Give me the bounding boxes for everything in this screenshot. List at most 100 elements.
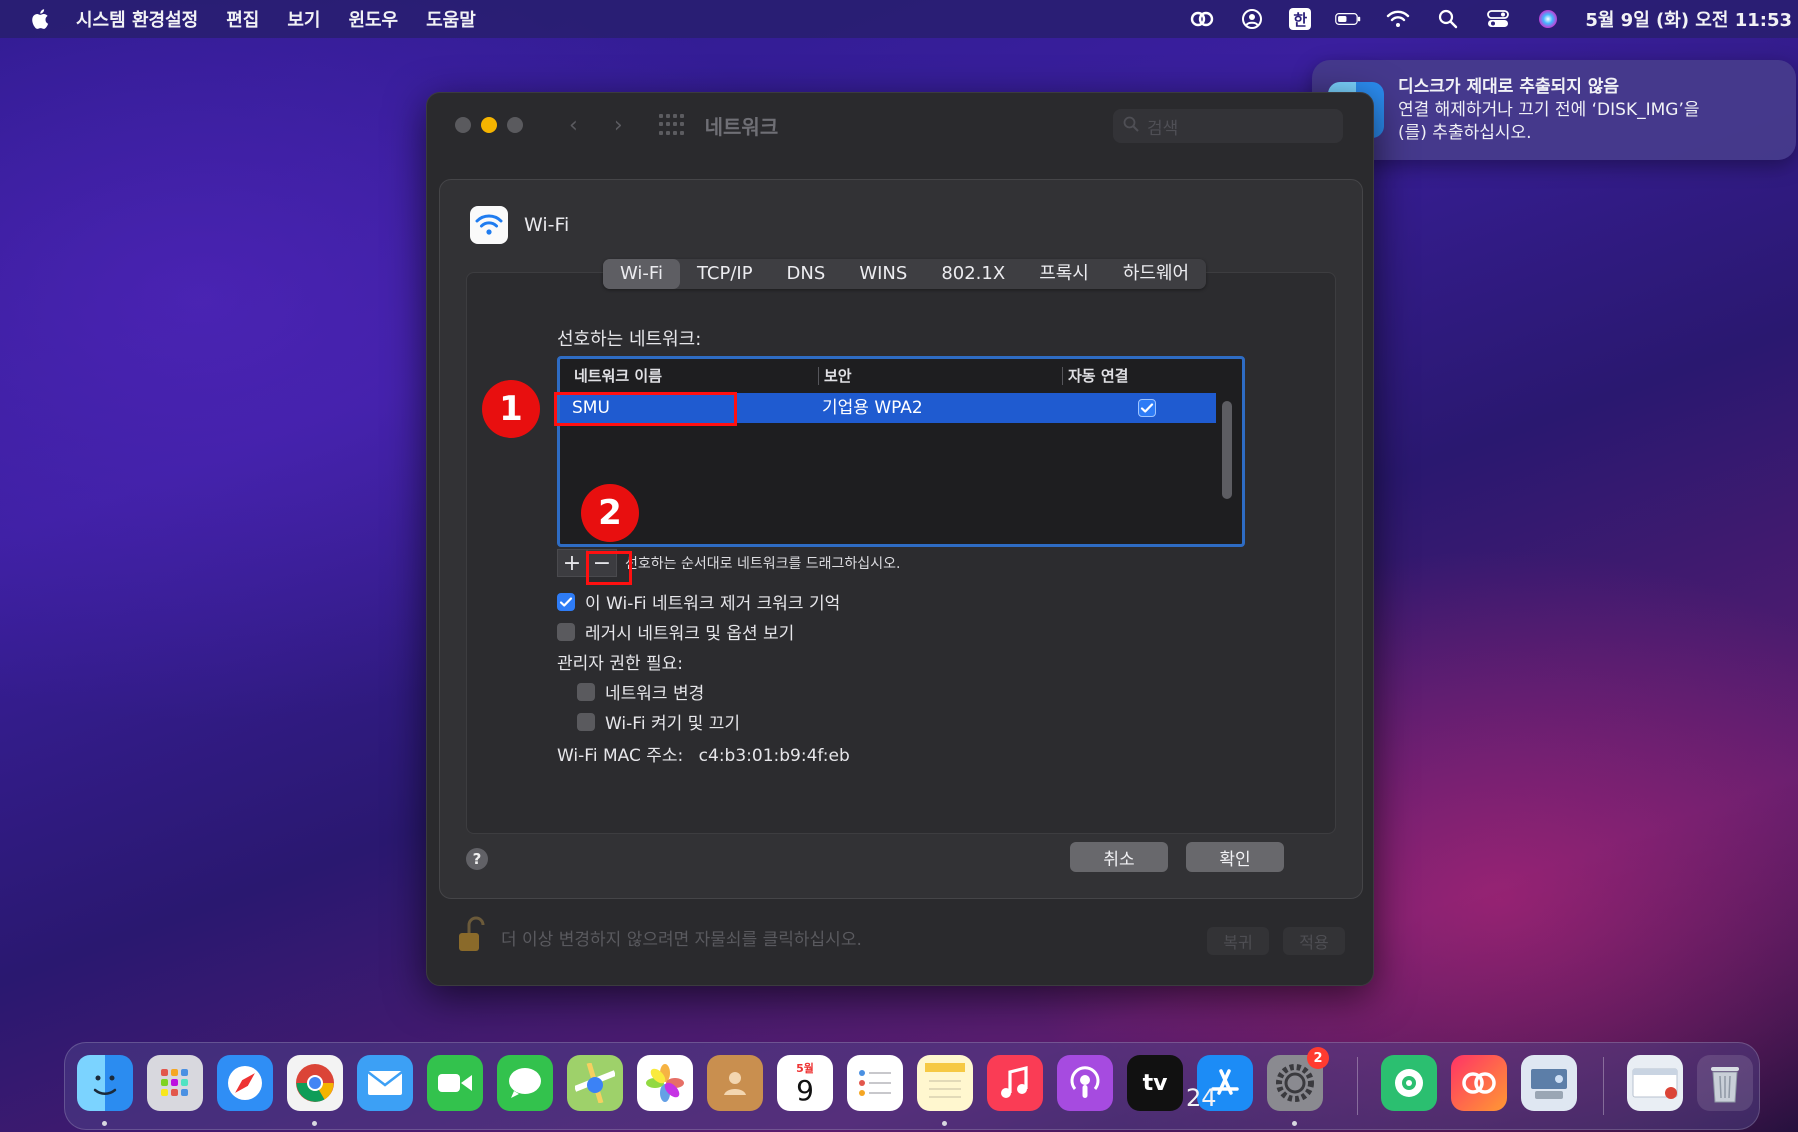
dock-chrome-icon[interactable] [287, 1055, 343, 1111]
dock-maps-icon[interactable] [567, 1055, 623, 1111]
running-indicator [942, 1121, 947, 1126]
zoom-button[interactable] [507, 117, 523, 133]
dock-reminders-icon[interactable] [847, 1055, 903, 1111]
dock-finder-icon[interactable] [77, 1055, 133, 1111]
auto-join-checkbox[interactable] [1138, 399, 1156, 417]
column-auto-join[interactable]: 자동 연결 [1068, 359, 1128, 393]
preferred-networks-label: 선호하는 네트워크: [557, 329, 702, 350]
user-account-icon[interactable] [1239, 8, 1265, 30]
menu-app-name[interactable]: 시스템 환경설정 [76, 6, 198, 32]
dock-music-icon[interactable] [987, 1055, 1043, 1111]
dock-trash-icon[interactable] [1697, 1055, 1753, 1111]
dock-facetime-icon[interactable] [427, 1055, 483, 1111]
minimize-button[interactable] [481, 117, 497, 133]
notification-body-line2: (를) 추출하십시오. [1398, 122, 1532, 143]
column-divider [1062, 367, 1063, 385]
menu-window[interactable]: 윈도우 [348, 6, 398, 32]
search-field[interactable]: 검색 [1113, 109, 1343, 143]
mac-address-value: c4:b3:01:b9:4f:eb [698, 746, 850, 766]
change-networks-option[interactable]: 네트워크 변경 [577, 679, 704, 704]
tab-wins[interactable]: WINS [842, 259, 924, 289]
wifi-power-option[interactable]: Wi-Fi 켜기 및 끄기 [577, 709, 740, 734]
tab-proxy[interactable]: 프록시 [1022, 259, 1106, 289]
dock-calendar-icon[interactable]: 5월 9 [777, 1055, 833, 1111]
dock-creative-cloud-icon[interactable] [1451, 1055, 1507, 1111]
control-center-icon[interactable] [1485, 8, 1511, 30]
column-security[interactable]: 보안 [824, 359, 852, 393]
tab-tcpip[interactable]: TCP/IP [680, 259, 770, 289]
menu-bar: 시스템 환경설정 편집 보기 윈도우 도움말 한 5월 9일 (화) 오전 11… [0, 0, 1798, 38]
annotation-marker-2: 2 [581, 484, 639, 542]
dock-separator [1603, 1057, 1604, 1115]
annotation-box-remove [586, 551, 632, 585]
tab-bar: Wi-Fi TCP/IP DNS WINS 802.1X 프록시 하드웨어 [603, 259, 1207, 289]
security-cell: 기업용 WPA2 [822, 398, 923, 418]
menu-view[interactable]: 보기 [287, 6, 320, 32]
forward-arrow-icon[interactable]: › [614, 113, 623, 138]
cancel-button[interactable]: 취소 [1070, 842, 1168, 872]
remember-networks-label: 이 Wi-Fi 네트워크 제거 크워크 기억 [585, 594, 841, 614]
apple-menu-icon[interactable] [30, 8, 52, 30]
dock-launchpad-icon[interactable] [147, 1055, 203, 1111]
input-source-icon[interactable]: 한 [1289, 8, 1312, 30]
help-button[interactable]: ? [466, 848, 488, 870]
wifi-status-icon[interactable] [1385, 8, 1411, 30]
apple-tv-label: tv [1142, 1070, 1168, 1096]
menu-clock[interactable]: 5월 9일 (화) 오전 11:53 [1585, 6, 1792, 32]
ok-button[interactable]: 확인 [1186, 842, 1284, 872]
legacy-networks-checkbox[interactable] [557, 622, 575, 641]
dock-apple-tv-icon[interactable]: tv [1127, 1055, 1183, 1111]
tab-dns[interactable]: DNS [770, 259, 843, 289]
dock-recent-window-icon[interactable] [1627, 1055, 1683, 1111]
notification-badge: 2 [1307, 1047, 1329, 1069]
disk-eject-notification[interactable]: 디스크가 제대로 추출되지 않음 연결 해제하거나 끄기 전에 ‘DISK_IM… [1312, 60, 1796, 160]
running-indicator [102, 1121, 107, 1126]
dock-system-preferences-icon[interactable]: 2 [1267, 1047, 1329, 1111]
menu-edit[interactable]: 편집 [226, 6, 259, 32]
remember-networks-option[interactable]: 이 Wi-Fi 네트워크 제거 크워크 기억 [557, 589, 840, 614]
remember-networks-checkbox[interactable] [557, 592, 575, 611]
dock-separator [1357, 1057, 1358, 1115]
siri-icon[interactable] [1535, 8, 1561, 30]
creative-cloud-icon[interactable] [1189, 8, 1215, 30]
dock-notes-icon[interactable] [917, 1055, 973, 1111]
wifi-icon [470, 206, 508, 244]
search-icon [1123, 116, 1139, 137]
table-scrollbar[interactable] [1222, 401, 1232, 499]
close-button[interactable] [455, 117, 471, 133]
back-arrow-icon[interactable]: ‹ [569, 113, 578, 138]
apply-button[interactable]: 적용 [1283, 927, 1345, 955]
battery-icon[interactable] [1335, 8, 1361, 30]
wifi-power-checkbox[interactable] [577, 712, 595, 731]
column-network-name[interactable]: 네트워크 이름 [574, 359, 662, 393]
annotation-marker-1: 1 [482, 380, 540, 438]
dock-messages-icon[interactable] [497, 1055, 553, 1111]
dock-safari-icon[interactable] [217, 1055, 273, 1111]
lock-icon[interactable] [457, 915, 487, 959]
annotation-box-network [554, 392, 737, 426]
change-networks-label: 네트워크 변경 [605, 684, 705, 704]
lock-hint-text: 더 이상 변경하지 않으려면 자물쇠를 클릭하십시오. [501, 929, 862, 950]
tab-8021x[interactable]: 802.1X [924, 259, 1022, 289]
dock-contacts-icon[interactable] [707, 1055, 763, 1111]
dock-podcasts-icon[interactable] [1057, 1055, 1113, 1111]
revert-button[interactable]: 복귀 [1207, 927, 1269, 955]
wifi-advanced-sheet: Wi-Fi Wi-Fi TCP/IP DNS WINS 802.1X 프록시 하… [439, 179, 1363, 899]
menu-help[interactable]: 도움말 [426, 6, 476, 32]
tab-hardware[interactable]: 하드웨어 [1106, 259, 1206, 289]
dock-disk-utility-icon[interactable] [1521, 1055, 1577, 1111]
dock-photos-icon[interactable] [637, 1055, 693, 1111]
dock: 5월 9 tv 2 [64, 1042, 1760, 1130]
notification-title: 디스크가 제대로 추출되지 않음 [1398, 76, 1620, 97]
dock-mail-icon[interactable] [357, 1055, 413, 1111]
change-networks-checkbox[interactable] [577, 682, 595, 701]
tab-wifi[interactable]: Wi-Fi [603, 259, 680, 289]
search-placeholder: 검색 [1147, 118, 1179, 139]
legacy-networks-option[interactable]: 레거시 네트워크 및 옵션 보기 [557, 619, 794, 644]
show-all-grid-icon[interactable] [658, 114, 685, 136]
preferred-networks-table[interactable]: 네트워크 이름 보안 자동 연결 SMU 기업용 WPA2 [557, 356, 1245, 547]
title-bar: ‹ › 네트워크 검색 [427, 93, 1373, 157]
add-network-button[interactable]: + [557, 549, 587, 577]
spotlight-search-icon[interactable] [1435, 8, 1461, 30]
dock-find-my-icon[interactable] [1381, 1055, 1437, 1111]
